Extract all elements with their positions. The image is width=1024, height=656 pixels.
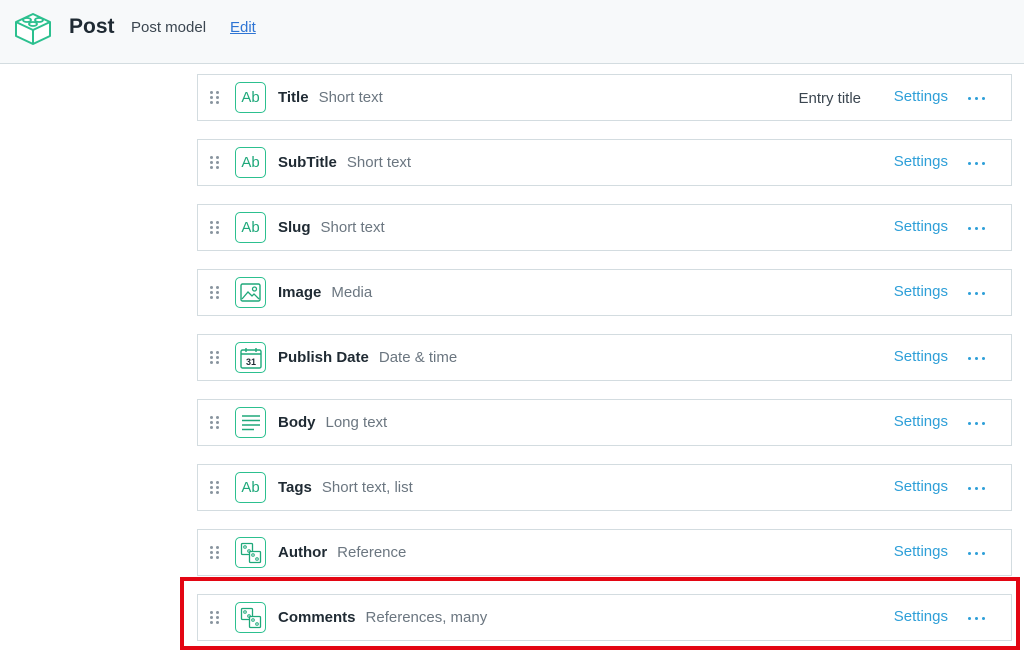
field-row-author[interactable]: Author Reference Settings [197, 529, 1012, 576]
entry-title-badge: Entry title [798, 90, 861, 107]
field-type: Media [331, 284, 373, 301]
field-type: Date & time [378, 349, 458, 366]
settings-button[interactable]: Settings [894, 153, 948, 170]
field-type: Short text [320, 219, 385, 236]
settings-button[interactable]: Settings [894, 478, 948, 495]
field-row-body[interactable]: Body Long text Settings [197, 399, 1012, 446]
field-name: SubTitle [278, 154, 337, 171]
drag-handle-icon[interactable] [210, 156, 220, 170]
media-icon [235, 277, 266, 308]
text-field-icon: Ab [235, 472, 266, 503]
field-name: Image [278, 284, 322, 301]
long-text-icon [235, 407, 266, 438]
highlight-box [180, 577, 1020, 650]
field-row-subtitle[interactable]: Ab SubTitle Short text Settings [197, 139, 1012, 186]
page-title: Post [69, 15, 115, 38]
more-options-icon[interactable] [968, 422, 986, 426]
field-type: Short text, list [321, 479, 413, 496]
reference-icon [235, 537, 266, 568]
settings-button[interactable]: Settings [894, 283, 948, 300]
field-row-publish-date[interactable]: 31 Publish Date Date & time Settings [197, 334, 1012, 381]
drag-handle-icon[interactable] [210, 481, 220, 495]
more-options-icon[interactable] [968, 97, 986, 101]
settings-button[interactable]: Settings [894, 88, 948, 105]
settings-button[interactable]: Settings [894, 543, 948, 560]
settings-button[interactable]: Settings [894, 348, 948, 365]
drag-handle-icon[interactable] [210, 416, 220, 430]
drag-handle-icon[interactable] [210, 351, 220, 365]
field-row-tags[interactable]: Ab Tags Short text, list Settings [197, 464, 1012, 511]
field-type: Long text [325, 414, 388, 431]
drag-handle-icon[interactable] [210, 221, 220, 235]
content-model-icon [15, 13, 51, 45]
field-name: Title [278, 89, 309, 106]
more-options-icon[interactable] [968, 357, 986, 361]
more-options-icon[interactable] [968, 162, 986, 166]
drag-handle-icon[interactable] [210, 286, 220, 300]
field-name: Slug [278, 219, 311, 236]
settings-button[interactable]: Settings [894, 218, 948, 235]
field-name: Publish Date [278, 349, 369, 366]
field-row-image[interactable]: Image Media Settings [197, 269, 1012, 316]
text-field-icon: Ab [235, 212, 266, 243]
drag-handle-icon[interactable] [210, 91, 220, 105]
svg-text:31: 31 [245, 357, 255, 367]
page-subtitle: Post model [131, 19, 207, 36]
field-type: Reference [337, 544, 407, 561]
field-type: Short text [318, 89, 383, 106]
calendar-icon: 31 [235, 342, 266, 373]
more-options-icon[interactable] [968, 292, 986, 296]
field-row-slug[interactable]: Ab Slug Short text Settings [197, 204, 1012, 251]
more-options-icon[interactable] [968, 487, 986, 491]
more-options-icon[interactable] [968, 227, 986, 231]
more-options-icon[interactable] [968, 552, 986, 556]
header-bar: Post Post model Edit [0, 0, 1024, 64]
field-name: Body [278, 414, 316, 431]
edit-link[interactable]: Edit [230, 19, 256, 36]
text-field-icon: Ab [235, 82, 266, 113]
settings-button[interactable]: Settings [894, 413, 948, 430]
field-row-title[interactable]: Ab Title Short text Entry title Settings [197, 74, 1012, 121]
field-type: Short text [346, 154, 412, 171]
drag-handle-icon[interactable] [210, 546, 220, 560]
field-name: Tags [278, 479, 312, 496]
field-name: Author [278, 544, 328, 561]
text-field-icon: Ab [235, 147, 266, 178]
